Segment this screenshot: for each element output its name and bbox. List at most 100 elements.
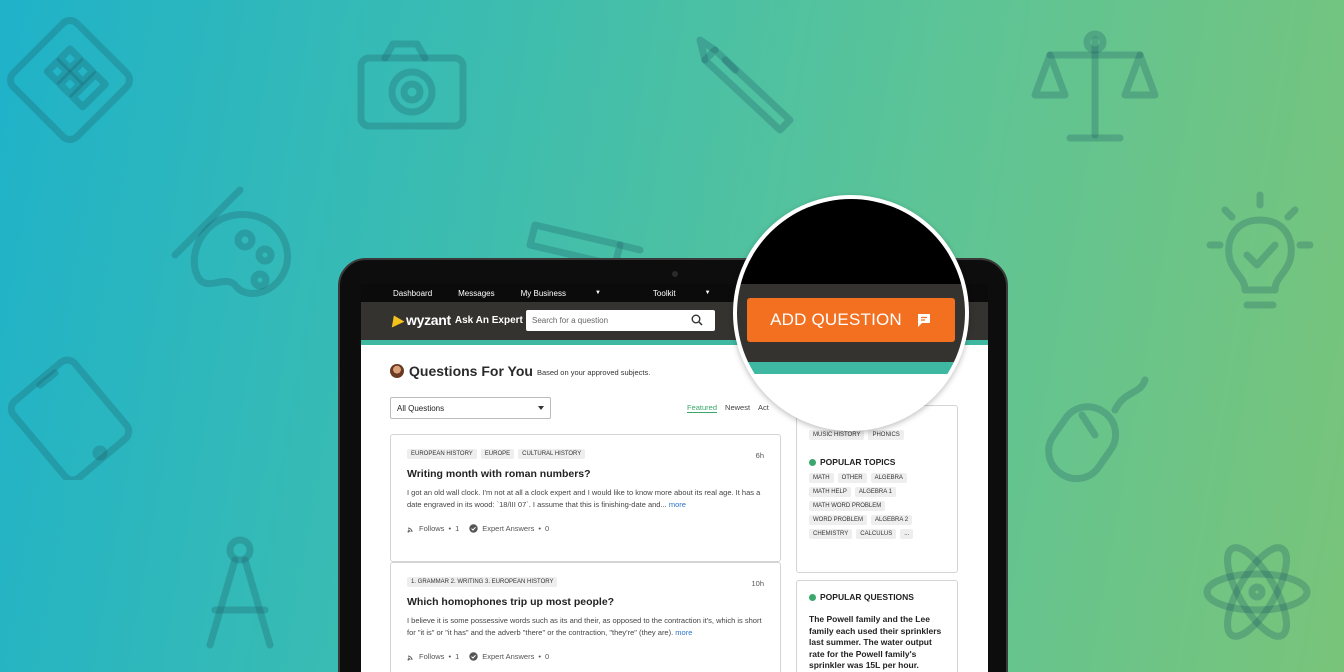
mouse-icon	[1045, 376, 1149, 483]
nav-messages[interactable]: Messages	[458, 289, 494, 298]
palette-icon	[171, 186, 292, 297]
nav-toolkit[interactable]: Toolkit ▼	[653, 289, 737, 298]
question-body-text: I got an old wall clock. I'm not at all …	[407, 488, 761, 509]
question-body: I believe it is some possessive words su…	[407, 615, 764, 639]
camera-icon	[357, 40, 467, 130]
subject-tags: Music History Phonics	[809, 430, 945, 440]
separator: •	[538, 652, 541, 661]
tag[interactable]: Math	[809, 473, 834, 483]
tab-featured[interactable]: Featured	[687, 403, 718, 413]
question-meta: Follows • 1 Expert Answers • 0	[407, 524, 764, 533]
add-question-button[interactable]: ADD QUESTION	[747, 298, 955, 342]
popular-questions-title: POPULAR QUESTIONS	[820, 592, 914, 602]
tag[interactable]: Algebra 1	[854, 487, 896, 497]
tab-newest[interactable]: Newest	[725, 403, 750, 413]
search-box	[526, 310, 715, 331]
dropdown-arrow-icon	[538, 406, 544, 410]
bullet-icon	[809, 593, 816, 601]
bullet-icon	[809, 458, 816, 466]
question-tags: European History Europe Cultural History	[407, 449, 764, 459]
filter-value: All Questions	[397, 404, 445, 413]
more-link[interactable]: more	[669, 500, 686, 509]
pen-icon	[696, 36, 794, 134]
search-input[interactable]	[532, 316, 682, 325]
answers-count: 0	[545, 524, 550, 533]
scales-icon	[1031, 30, 1159, 142]
question-time: 10h	[751, 579, 764, 588]
magnified-accent-bar	[737, 362, 965, 374]
tablet-icon	[7, 356, 133, 480]
separator: •	[538, 524, 541, 533]
check-circle-icon	[469, 652, 478, 661]
question-title[interactable]: Which homophones trip up most people?	[407, 596, 764, 608]
tag[interactable]: Algebra 2	[871, 515, 913, 525]
lightbulb-icon	[1206, 191, 1314, 309]
answers-label: Expert Answers	[482, 524, 535, 533]
more-link[interactable]: more	[675, 628, 692, 637]
webcam	[672, 271, 678, 277]
question-meta: Follows • 1 Expert Answers • 0	[407, 652, 764, 661]
tag[interactable]: ...	[900, 529, 914, 539]
answers-label: Expert Answers	[482, 652, 535, 661]
topic-tags: Math Other Algebra Math Help Algebra 1 M…	[809, 473, 945, 539]
brand-name: wyzant	[406, 312, 451, 328]
tag[interactable]: Word Problem	[809, 515, 868, 525]
tag[interactable]: 1. Grammar 2. Writing 3. European Histor…	[407, 577, 558, 587]
popular-questions-heading: POPULAR QUESTIONS	[809, 592, 945, 602]
follows-count: 1	[455, 652, 460, 661]
nav-my-business[interactable]: My Business ▼	[521, 289, 627, 298]
tag[interactable]: Math Word Problem	[809, 501, 886, 511]
add-question-label: ADD QUESTION	[770, 310, 902, 329]
compass-icon	[206, 536, 274, 649]
separator: •	[448, 524, 452, 533]
follows-label[interactable]: Follows	[419, 652, 444, 661]
nav-dashboard[interactable]: Dashboard	[393, 289, 432, 298]
tag[interactable]: Other	[837, 473, 867, 483]
question-title[interactable]: Writing month with roman numbers?	[407, 468, 764, 480]
feed-heading: Questions For You Based on your approved…	[390, 363, 650, 379]
question-card[interactable]: 1. Grammar 2. Writing 3. European Histor…	[390, 562, 781, 672]
calculator-icon	[7, 17, 133, 143]
question-time: 6h	[755, 451, 764, 460]
search-icon[interactable]	[691, 314, 703, 326]
atom-icon	[1203, 544, 1311, 640]
tag[interactable]: Music History	[809, 430, 865, 440]
popular-questions-panel: POPULAR QUESTIONS The Powell family and …	[796, 580, 958, 672]
tag[interactable]: Algebra	[870, 473, 907, 483]
sort-tabs: Featured Newest Act	[687, 403, 769, 413]
tag[interactable]: Math Help	[809, 487, 851, 497]
rss-icon	[407, 655, 413, 660]
rss-icon	[407, 527, 413, 532]
avatar[interactable]	[390, 364, 404, 378]
answers-count: 0	[545, 652, 550, 661]
separator: •	[448, 652, 452, 661]
popular-topics-panel: ER Music History Phonics POPULAR TOPICS …	[796, 405, 958, 573]
popular-topics-title: POPULAR TOPICS	[820, 457, 896, 467]
question-card[interactable]: European History Europe Cultural History…	[390, 434, 781, 562]
tab-active[interactable]: Act	[758, 403, 769, 413]
tag[interactable]: Europe	[480, 449, 515, 459]
question-tags: 1. Grammar 2. Writing 3. European Histor…	[407, 577, 764, 587]
magnifier-callout: ADD QUESTION	[733, 195, 969, 431]
check-circle-icon	[469, 524, 478, 533]
page-subtitle: Based on your approved subjects.	[536, 368, 651, 377]
nav-toolkit-label: Toolkit	[652, 288, 676, 298]
logo-mark-icon	[387, 312, 405, 328]
tag[interactable]: Chemistry	[809, 529, 853, 539]
question-body-text: I believe it is some possessive words su…	[407, 616, 762, 637]
question-body: I got an old wall clock. I'm not at all …	[407, 487, 764, 511]
wyzant-logo[interactable]: wyzant Ask An Expert	[387, 312, 523, 328]
tag[interactable]: Cultural History	[518, 449, 586, 459]
question-filter-select[interactable]: All Questions	[390, 397, 551, 419]
caret-down-icon: ▼	[594, 290, 601, 296]
follows-count: 1	[455, 524, 460, 533]
product-name: Ask An Expert	[454, 314, 523, 326]
tag[interactable]: European History	[407, 449, 477, 459]
popular-question-link[interactable]: The Powell family and the Lee family eac…	[809, 614, 945, 672]
tag[interactable]: Phonics	[868, 430, 904, 440]
nav-my-business-label: My Business	[520, 288, 566, 298]
follows-label[interactable]: Follows	[419, 524, 444, 533]
chat-bubble-icon	[917, 313, 930, 327]
caret-down-icon: ▼	[704, 290, 711, 296]
tag[interactable]: Calculus	[856, 529, 897, 539]
